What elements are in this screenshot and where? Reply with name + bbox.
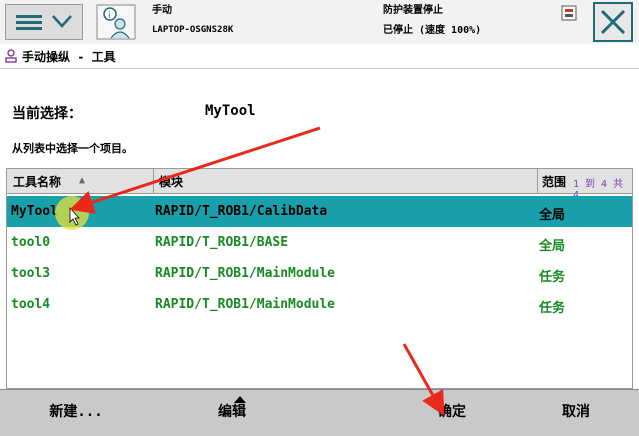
tool-scope: 任务 [539,270,566,285]
chevron-down-icon [52,15,72,28]
table-row[interactable]: tool3 RAPID/T_ROB1/MainModule 任务 [7,258,632,289]
safety-state: 防护装置停止 [383,5,443,16]
edit-menu-caret-icon [234,396,246,403]
table-row[interactable]: tool4 RAPID/T_ROB1/MainModule 任务 [7,289,632,320]
close-button[interactable] [593,2,633,42]
tool-name: tool3 [11,266,51,281]
main-menu-button[interactable] [5,4,83,40]
hamburger-icon [16,15,42,31]
tool-scope: 全局 [539,239,566,254]
tool-table: 工具名称 ▲ 模块 范围 1 到 4 共 4 MyTool RAPID/T_RO… [6,168,633,389]
table-row[interactable]: tool0 RAPID/T_ROB1/BASE 全局 [7,227,632,258]
tool-module: RAPID/T_ROB1/BASE [155,235,289,250]
svg-text:i: i [108,11,111,21]
edit-button[interactable]: 编辑 [152,390,312,436]
status-icon [561,5,577,21]
column-header-scope[interactable]: 范围 [542,173,566,190]
current-selection-label: 当前选择： [12,106,82,122]
column-header-name[interactable]: 工具名称 [13,173,61,190]
tool-module: RAPID/T_ROB1/CalibData [155,204,328,219]
cancel-button[interactable]: 取消 [500,390,639,436]
breadcrumb: 手动操纵 - 工具 [0,44,639,69]
tool-name: tool0 [11,235,51,250]
new-button[interactable]: 新建... [0,390,152,436]
tool-scope: 任务 [539,301,566,316]
controller-name: LAPTOP-OSGNS28K [152,25,234,35]
current-selection-value: MyTool [205,103,256,119]
tool-name: tool4 [11,297,51,312]
top-bar: i 手动 LAPTOP-OSGNS28K 防护装置停止 已停止 (速度 100%… [0,0,639,45]
tool-module: RAPID/T_ROB1/MainModule [155,297,336,312]
breadcrumb-title: 手动操纵 - 工具 [22,50,116,64]
operating-mode: 手动 [152,5,172,16]
column-header-module[interactable]: 模块 [159,173,183,190]
tool-scope: 全局 [539,208,566,223]
close-icon [600,9,626,35]
jog-icon [5,49,17,63]
table-row[interactable]: MyTool RAPID/T_ROB1/CalibData 全局 [7,196,632,227]
run-state: 已停止 (速度 100%) [383,25,482,36]
command-bar: 新建... 编辑 确定 取消 [0,389,639,436]
sort-asc-icon: ▲ [79,175,86,186]
instruction-text: 从列表中选择一个项目。 [12,142,133,155]
info-user-icon[interactable]: i [96,4,136,40]
tool-name: MyTool [11,204,58,219]
tool-module: RAPID/T_ROB1/MainModule [155,266,336,281]
table-header: 工具名称 ▲ 模块 范围 1 到 4 共 4 [7,169,632,201]
